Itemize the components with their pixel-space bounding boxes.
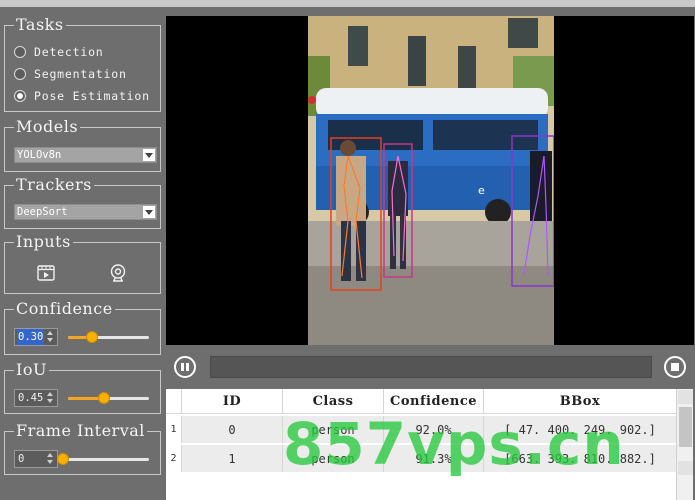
- task-option-label: Detection: [34, 45, 104, 59]
- slider-handle[interactable]: [57, 453, 69, 465]
- scroll-up-icon[interactable]: [678, 390, 693, 404]
- chevron-down-icon[interactable]: [143, 149, 155, 161]
- row-number-header: [166, 389, 182, 413]
- confidence-spinbox[interactable]: 0.30: [14, 328, 58, 346]
- task-option-detection[interactable]: Detection: [14, 44, 104, 60]
- iou-slider[interactable]: [68, 391, 149, 405]
- stop-icon: [671, 363, 679, 371]
- pause-icon-bar: [186, 363, 189, 371]
- tasks-group: Tasks Detection Segmentation Pose Estima…: [4, 16, 161, 112]
- iou-value: 0.45: [18, 392, 44, 404]
- title-strip: [0, 0, 695, 7]
- confidence-value: 0.30: [17, 329, 45, 345]
- stop-button[interactable]: [664, 356, 686, 378]
- models-group: Models YOLOv8n: [4, 118, 161, 172]
- models-title: Models: [14, 117, 81, 136]
- column-header-id[interactable]: ID: [182, 389, 283, 413]
- inputs-group: Inputs: [4, 233, 161, 294]
- tracker-select-value: DeepSort: [17, 206, 68, 218]
- radio-icon: [14, 46, 26, 58]
- svg-text:e: e: [478, 184, 485, 197]
- iou-title: IoU: [14, 360, 49, 379]
- task-option-pose-estimation[interactable]: Pose Estimation: [14, 88, 150, 104]
- scroll-down-icon[interactable]: [678, 461, 693, 475]
- pause-button[interactable]: [174, 356, 196, 378]
- cell-id[interactable]: 0: [182, 416, 283, 443]
- radio-icon: [14, 68, 26, 80]
- radio-selected-icon: [14, 90, 26, 102]
- chevron-down-icon[interactable]: [143, 206, 155, 218]
- table-scrollbar[interactable]: [676, 389, 693, 500]
- frame-interval-group: Frame Interval 0: [4, 422, 161, 475]
- video-frame-image: e: [308, 16, 554, 345]
- frame-interval-slider[interactable]: [57, 452, 149, 466]
- tracker-select[interactable]: DeepSort: [14, 204, 157, 220]
- spin-arrows-icon[interactable]: [47, 392, 55, 404]
- spin-arrows-icon[interactable]: [47, 453, 55, 465]
- trackers-title: Trackers: [14, 175, 94, 194]
- confidence-title: Confidence: [14, 299, 115, 318]
- inputs-title: Inputs: [14, 232, 73, 251]
- scrollbar-thumb[interactable]: [679, 407, 692, 447]
- frame-interval-title: Frame Interval: [14, 421, 147, 440]
- video-file-icon[interactable]: [36, 263, 56, 283]
- task-option-label: Pose Estimation: [34, 89, 150, 103]
- video-display: e: [166, 16, 694, 345]
- iou-group: IoU 0.45: [4, 361, 161, 414]
- cell-id[interactable]: 1: [182, 445, 283, 472]
- slider-track: [57, 458, 149, 461]
- webcam-icon[interactable]: [108, 263, 128, 283]
- model-select[interactable]: YOLOv8n: [14, 147, 157, 163]
- tasks-title: Tasks: [14, 15, 66, 34]
- trackers-group: Trackers DeepSort: [4, 176, 161, 229]
- video-progress-bar[interactable]: [210, 356, 652, 378]
- spin-arrows-icon[interactable]: [47, 331, 55, 343]
- confidence-slider[interactable]: [68, 330, 149, 344]
- task-option-label: Segmentation: [34, 67, 127, 81]
- frame-interval-value: 0: [18, 453, 25, 465]
- frame-interval-spinbox[interactable]: 0: [14, 450, 58, 468]
- watermark: 857vps.cn: [283, 410, 625, 478]
- confidence-group: Confidence 0.30: [4, 300, 161, 355]
- pause-icon: [181, 363, 184, 371]
- task-option-segmentation[interactable]: Segmentation: [14, 66, 127, 82]
- credit-text: CSDN @阿利同学: [571, 478, 670, 492]
- slider-handle[interactable]: [98, 392, 111, 404]
- iou-spinbox[interactable]: 0.45: [14, 389, 58, 407]
- slider-handle[interactable]: [86, 331, 99, 343]
- row-number: 1: [166, 416, 182, 443]
- row-number: 2: [166, 445, 182, 472]
- model-select-value: YOLOv8n: [17, 149, 62, 161]
